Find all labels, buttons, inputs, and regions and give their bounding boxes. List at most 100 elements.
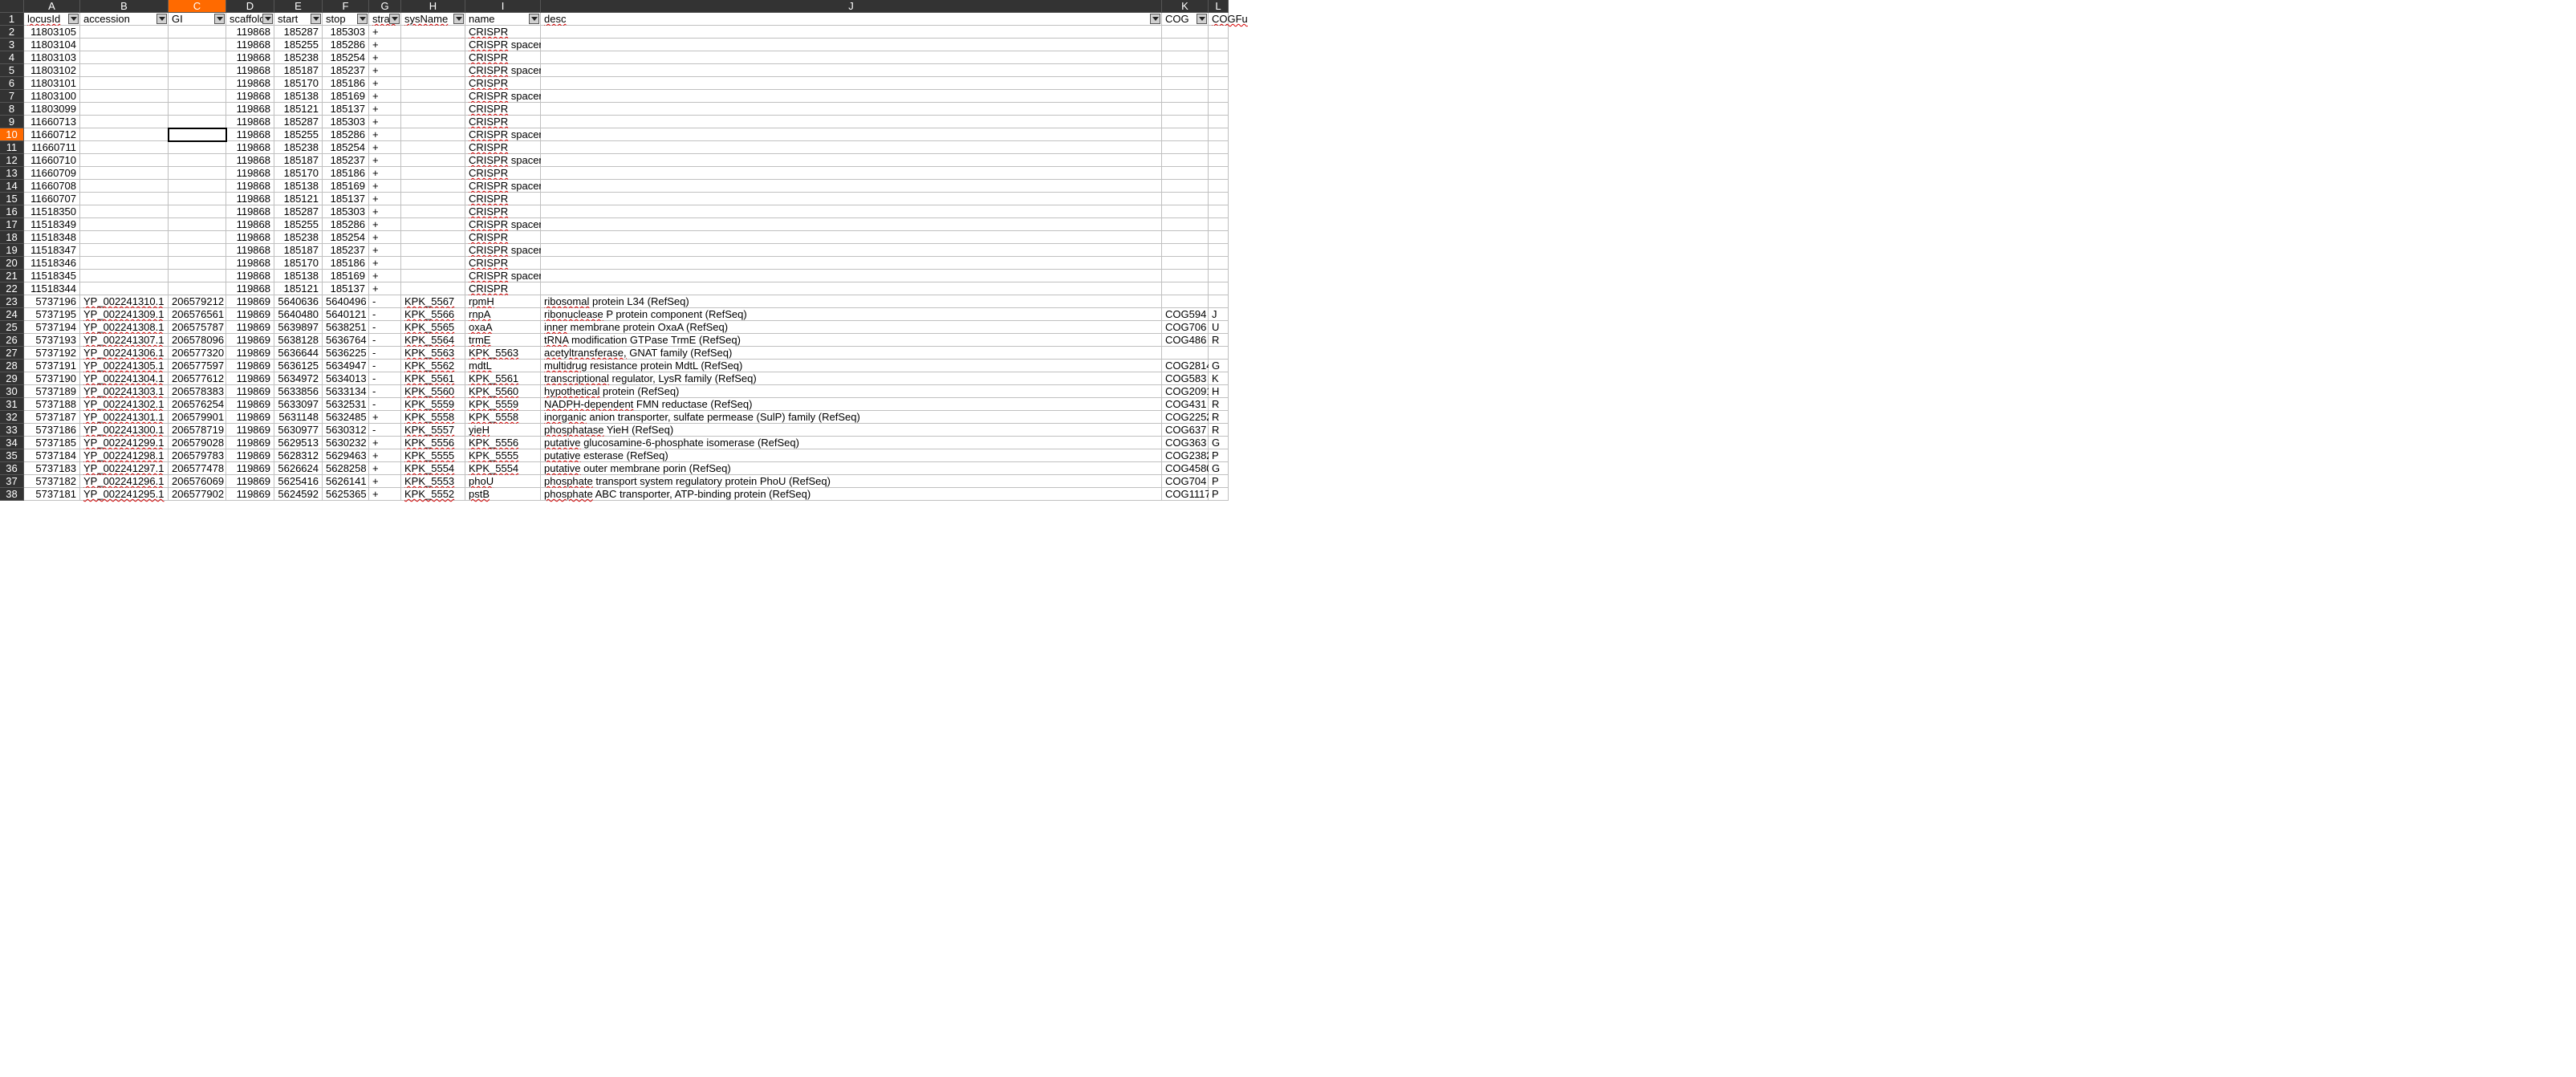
cell-J25[interactable]: inner membrane protein OxaA (RefSeq) (541, 321, 1162, 334)
cell-A25[interactable]: 5737194 (24, 321, 80, 334)
cell-I13[interactable]: CRISPR (465, 167, 541, 180)
cell-F9[interactable]: 185303 (323, 116, 369, 128)
cell-J13[interactable] (541, 167, 1162, 180)
cell-H9[interactable] (401, 116, 465, 128)
column-header-F[interactable]: F (323, 0, 369, 13)
cell-D15[interactable]: 119868 (226, 193, 274, 205)
cell-K28[interactable]: COG2814 (1162, 360, 1209, 372)
cell-G17[interactable]: + (369, 218, 401, 231)
row-header-28[interactable]: 28 (0, 360, 24, 372)
cell-E30[interactable]: 5633856 (274, 385, 323, 398)
cell-F38[interactable]: 5625365 (323, 488, 369, 501)
cell-L12[interactable] (1209, 154, 1229, 167)
cell-J9[interactable] (541, 116, 1162, 128)
cell-G22[interactable]: + (369, 282, 401, 295)
cell-E9[interactable]: 185287 (274, 116, 323, 128)
cell-K16[interactable] (1162, 205, 1209, 218)
cell-K15[interactable] (1162, 193, 1209, 205)
cell-G8[interactable]: + (369, 103, 401, 116)
cell-H10[interactable] (401, 128, 465, 141)
cell-L5[interactable] (1209, 64, 1229, 77)
cell-D35[interactable]: 119869 (226, 449, 274, 462)
filter-dropdown-icon[interactable] (1150, 14, 1160, 24)
cell-A19[interactable]: 11518347 (24, 244, 80, 257)
header-cell-scaffold[interactable]: scaffold (226, 13, 274, 26)
cell-J29[interactable]: transcriptional regulator, LysR family (… (541, 372, 1162, 385)
cell-F36[interactable]: 5628258 (323, 462, 369, 475)
cell-I36[interactable]: KPK_5554 (465, 462, 541, 475)
cell-B29[interactable]: YP_002241304.1 (80, 372, 169, 385)
cell-F16[interactable]: 185303 (323, 205, 369, 218)
cell-L33[interactable]: R (1209, 424, 1229, 437)
cell-C28[interactable]: 206577597 (169, 360, 226, 372)
cell-K32[interactable]: COG2252 (1162, 411, 1209, 424)
cell-K24[interactable]: COG594 (1162, 308, 1209, 321)
spreadsheet-grid[interactable]: ABCDEFGHIJKL1locusIdaccessionGIscaffolds… (0, 0, 2576, 501)
cell-E31[interactable]: 5633097 (274, 398, 323, 411)
row-header-10[interactable]: 10 (0, 128, 24, 141)
cell-F22[interactable]: 185137 (323, 282, 369, 295)
cell-B36[interactable]: YP_002241297.1 (80, 462, 169, 475)
cell-E6[interactable]: 185170 (274, 77, 323, 90)
cell-A38[interactable]: 5737181 (24, 488, 80, 501)
cell-A34[interactable]: 5737185 (24, 437, 80, 449)
cell-A11[interactable]: 11660711 (24, 141, 80, 154)
cell-L13[interactable] (1209, 167, 1229, 180)
header-cell-GI[interactable]: GI (169, 13, 226, 26)
cell-G24[interactable]: - (369, 308, 401, 321)
cell-E3[interactable]: 185255 (274, 39, 323, 51)
cell-I26[interactable]: trmE (465, 334, 541, 347)
cell-L30[interactable]: H (1209, 385, 1229, 398)
cell-F3[interactable]: 185286 (323, 39, 369, 51)
cell-B37[interactable]: YP_002241296.1 (80, 475, 169, 488)
filter-dropdown-icon[interactable] (262, 14, 273, 24)
cell-E21[interactable]: 185138 (274, 270, 323, 282)
filter-dropdown-icon[interactable] (357, 14, 368, 24)
cell-G4[interactable]: + (369, 51, 401, 64)
cell-E36[interactable]: 5626624 (274, 462, 323, 475)
cell-I27[interactable]: KPK_5563 (465, 347, 541, 360)
cell-H23[interactable]: KPK_5567 (401, 295, 465, 308)
cell-F35[interactable]: 5629463 (323, 449, 369, 462)
cell-F15[interactable]: 185137 (323, 193, 369, 205)
cell-L10[interactable] (1209, 128, 1229, 141)
cell-I12[interactable]: CRISPR spacer (465, 154, 541, 167)
cell-L36[interactable]: G (1209, 462, 1229, 475)
row-header-5[interactable]: 5 (0, 64, 24, 77)
cell-I9[interactable]: CRISPR (465, 116, 541, 128)
cell-K14[interactable] (1162, 180, 1209, 193)
cell-J7[interactable] (541, 90, 1162, 103)
cell-H16[interactable] (401, 205, 465, 218)
cell-K13[interactable] (1162, 167, 1209, 180)
cell-E25[interactable]: 5639897 (274, 321, 323, 334)
cell-I33[interactable]: yieH (465, 424, 541, 437)
cell-I35[interactable]: KPK_5555 (465, 449, 541, 462)
cell-C19[interactable] (169, 244, 226, 257)
column-header-C[interactable]: C (169, 0, 226, 13)
cell-I25[interactable]: oxaA (465, 321, 541, 334)
cell-E2[interactable]: 185287 (274, 26, 323, 39)
filter-dropdown-icon[interactable] (156, 14, 167, 24)
cell-G3[interactable]: + (369, 39, 401, 51)
column-header-J[interactable]: J (541, 0, 1162, 13)
cell-I7[interactable]: CRISPR spacer (465, 90, 541, 103)
cell-E11[interactable]: 185238 (274, 141, 323, 154)
cell-J30[interactable]: hypothetical protein (RefSeq) (541, 385, 1162, 398)
cell-K8[interactable] (1162, 103, 1209, 116)
cell-B17[interactable] (80, 218, 169, 231)
column-header-A[interactable]: A (24, 0, 80, 13)
cell-E24[interactable]: 5640480 (274, 308, 323, 321)
cell-L2[interactable] (1209, 26, 1229, 39)
cell-F11[interactable]: 185254 (323, 141, 369, 154)
cell-K25[interactable]: COG706 (1162, 321, 1209, 334)
column-header-H[interactable]: H (401, 0, 465, 13)
cell-K5[interactable] (1162, 64, 1209, 77)
cell-A22[interactable]: 11518344 (24, 282, 80, 295)
cell-A7[interactable]: 11803100 (24, 90, 80, 103)
cell-F26[interactable]: 5636764 (323, 334, 369, 347)
cell-F31[interactable]: 5632531 (323, 398, 369, 411)
cell-L11[interactable] (1209, 141, 1229, 154)
cell-B13[interactable] (80, 167, 169, 180)
cell-I20[interactable]: CRISPR (465, 257, 541, 270)
cell-K23[interactable] (1162, 295, 1209, 308)
